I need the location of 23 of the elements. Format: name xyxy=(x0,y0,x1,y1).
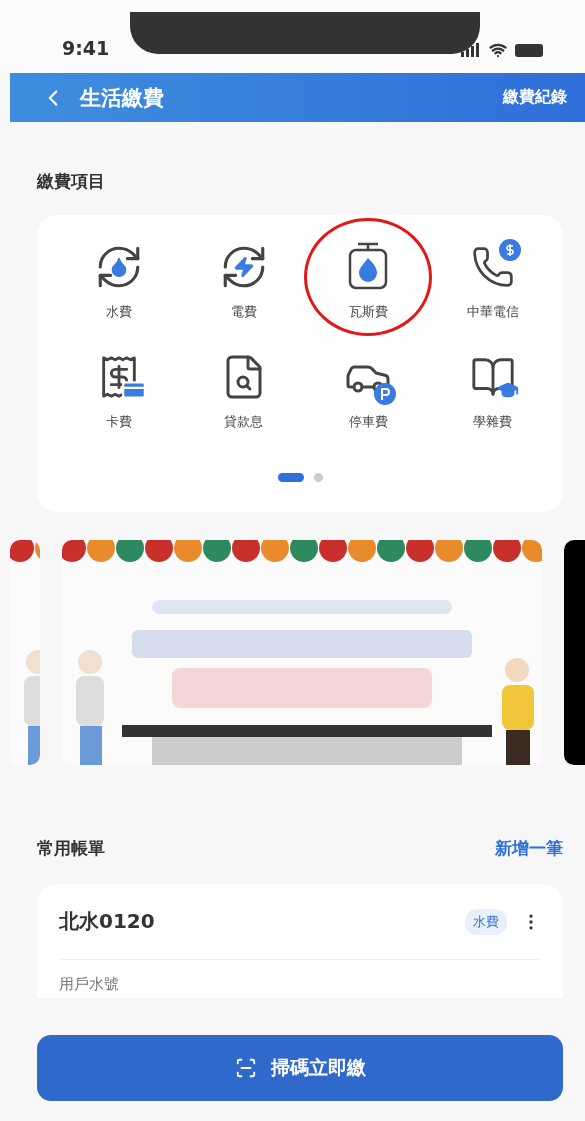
payment-item[interactable]: 瓦斯費 xyxy=(348,303,388,321)
payment-item[interactable]: 中華電信 xyxy=(466,303,519,321)
section-title: 繳費項目 xyxy=(37,170,105,193)
page-title: 生活繳費 xyxy=(80,84,164,112)
scan-pay-button[interactable]: 掃碼立即繳 xyxy=(37,1035,563,1101)
payment-item[interactable]: 電費 xyxy=(230,303,257,321)
battery-icon xyxy=(515,43,545,57)
payment-item[interactable]: 水費 xyxy=(106,303,133,321)
status-time: 9:41 xyxy=(62,37,110,59)
scan-icon xyxy=(234,1057,257,1079)
page-dot[interactable] xyxy=(313,473,323,482)
signal-icon xyxy=(461,43,481,57)
add-bill-link[interactable]: 新增一筆 xyxy=(495,837,563,860)
payment-item[interactable]: 學雜費 xyxy=(473,413,513,431)
history-link[interactable]: 繳費紀錄 xyxy=(503,87,567,108)
wifi-icon xyxy=(489,41,507,59)
bill-tag: 水費 xyxy=(465,908,507,935)
payment-item[interactable]: 卡費 xyxy=(106,413,133,431)
payment-item[interactable]: 停車費 xyxy=(348,413,388,431)
section-title: 常用帳單 xyxy=(37,837,105,860)
bill-name: 北水0120 xyxy=(59,908,155,935)
payment-item[interactable]: 貸款息 xyxy=(224,413,264,431)
field-label: 用戶水號 xyxy=(59,975,119,993)
